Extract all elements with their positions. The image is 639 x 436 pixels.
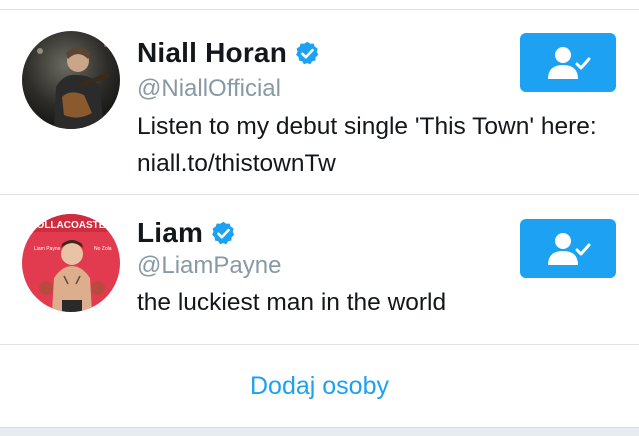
- verified-badge-icon: [210, 220, 237, 247]
- add-people-link[interactable]: Dodaj osoby: [250, 372, 389, 401]
- magazine-masthead: ROLLACOASTER: [29, 220, 113, 231]
- following-person-check-icon: [548, 232, 591, 265]
- avatar[interactable]: [22, 31, 120, 129]
- bio-text: the luckiest man in the world: [137, 289, 447, 316]
- bio-text: Listen to my debut single 'This Town' he…: [137, 113, 597, 177]
- following-person-check-icon: [548, 46, 591, 79]
- verified-badge-icon: [294, 40, 321, 67]
- magazine-caption-right: No Zola: [94, 246, 112, 252]
- who-to-follow-screen: Niall Horan @NiallOfficial Listen to my …: [0, 0, 639, 436]
- name-line: Liam: [137, 216, 237, 250]
- bottom-separator: [0, 427, 639, 436]
- suggestion-row-niall[interactable]: Niall Horan @NiallOfficial Listen to my …: [0, 10, 639, 194]
- username-handle: @LiamPayne: [137, 252, 282, 279]
- avatar-photo-guitarist: [22, 31, 120, 129]
- name-line: Niall Horan: [137, 36, 321, 70]
- display-name[interactable]: Niall Horan: [137, 36, 287, 70]
- display-name[interactable]: Liam: [137, 216, 203, 250]
- add-people-row: Dodaj osoby: [0, 345, 639, 427]
- suggestion-row-liam[interactable]: ROLLACOASTER Liam Payne No Zola Liam @Li…: [0, 195, 639, 344]
- following-button[interactable]: [520, 219, 616, 278]
- avatar-photo-magazine-cover: ROLLACOASTER Liam Payne No Zola: [22, 214, 120, 312]
- avatar[interactable]: ROLLACOASTER Liam Payne No Zola: [22, 214, 120, 312]
- magazine-caption-left: Liam Payne: [34, 246, 61, 252]
- following-button[interactable]: [520, 33, 616, 92]
- username-handle: @NiallOfficial: [137, 75, 281, 102]
